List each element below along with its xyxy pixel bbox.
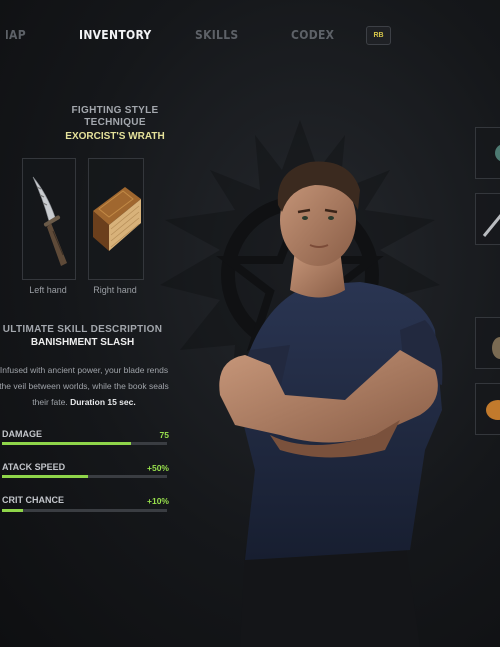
top-nav: MAP INVENTORY SKILLS CODEX RB [0, 0, 500, 70]
right-hand-caption: Right hand [93, 285, 137, 295]
technique-label-line2: TECHNIQUE [84, 117, 146, 128]
stat-bar-track [2, 442, 167, 445]
stat-value: +10% [147, 496, 169, 506]
ultimate-desc-line2: the veil between worlds, while the book … [0, 381, 169, 391]
ultimate-name: BANISHMENT SLASH [30, 337, 135, 348]
technique-name: EXORCIST'S WRATH [65, 131, 165, 142]
inventory-slot-right-4[interactable] [475, 383, 500, 435]
inventory-slot-right-2[interactable] [475, 193, 500, 245]
rb-button-hint[interactable]: RB [366, 26, 391, 45]
tab-skills[interactable]: SKILLS [195, 28, 239, 42]
stat-bar-track [2, 509, 167, 512]
character-portrait [219, 161, 443, 647]
ultimate-desc-line3: their fate. Duration 15 sec. [0, 394, 172, 410]
stat-value: +50% [147, 463, 169, 473]
technique-label: FIGHTING STYLE TECHNIQUE [20, 105, 210, 129]
dagger-icon [32, 176, 67, 266]
right-hand-slot[interactable] [88, 158, 144, 280]
stat-bar-track [2, 475, 167, 478]
ultimate-label: ULTIMATE SKILL DESCRIPTION [2, 324, 163, 335]
stat-bar-fill [2, 509, 24, 512]
inventory-slot-right-1[interactable] [475, 127, 500, 179]
ultimate-desc-line3-text: their fate. [32, 397, 68, 407]
ultimate-desc-line1: Infused with ancient power, your blade r… [0, 365, 169, 375]
scroll-icon [486, 400, 500, 420]
stat-label: CRIT CHANCE [2, 495, 64, 505]
left-hand-caption: Left hand [29, 285, 67, 295]
tab-map[interactable]: MAP [6, 28, 26, 42]
orb-icon [495, 144, 500, 162]
technique-label-line1: FIGHTING STYLE [71, 105, 159, 116]
inventory-slot-right-3[interactable] [475, 317, 500, 369]
tome-icon [93, 187, 141, 251]
tab-codex[interactable]: CODEX [291, 28, 334, 42]
blade-icon [482, 214, 500, 237]
left-hand-slot[interactable] [22, 158, 76, 280]
relic-icon [492, 337, 500, 359]
stat-bar-fill [2, 475, 88, 478]
stat-label: ATACK SPEED [2, 462, 66, 472]
tab-inventory[interactable]: INVENTORY [79, 28, 152, 42]
ultimate-duration: Duration 15 sec. [70, 397, 136, 407]
stat-value: 75 [159, 430, 169, 440]
stat-label: DAMAGE [2, 429, 42, 439]
ultimate-description: Infused with ancient power, your blade r… [0, 362, 172, 410]
stat-bar-fill [2, 442, 131, 445]
